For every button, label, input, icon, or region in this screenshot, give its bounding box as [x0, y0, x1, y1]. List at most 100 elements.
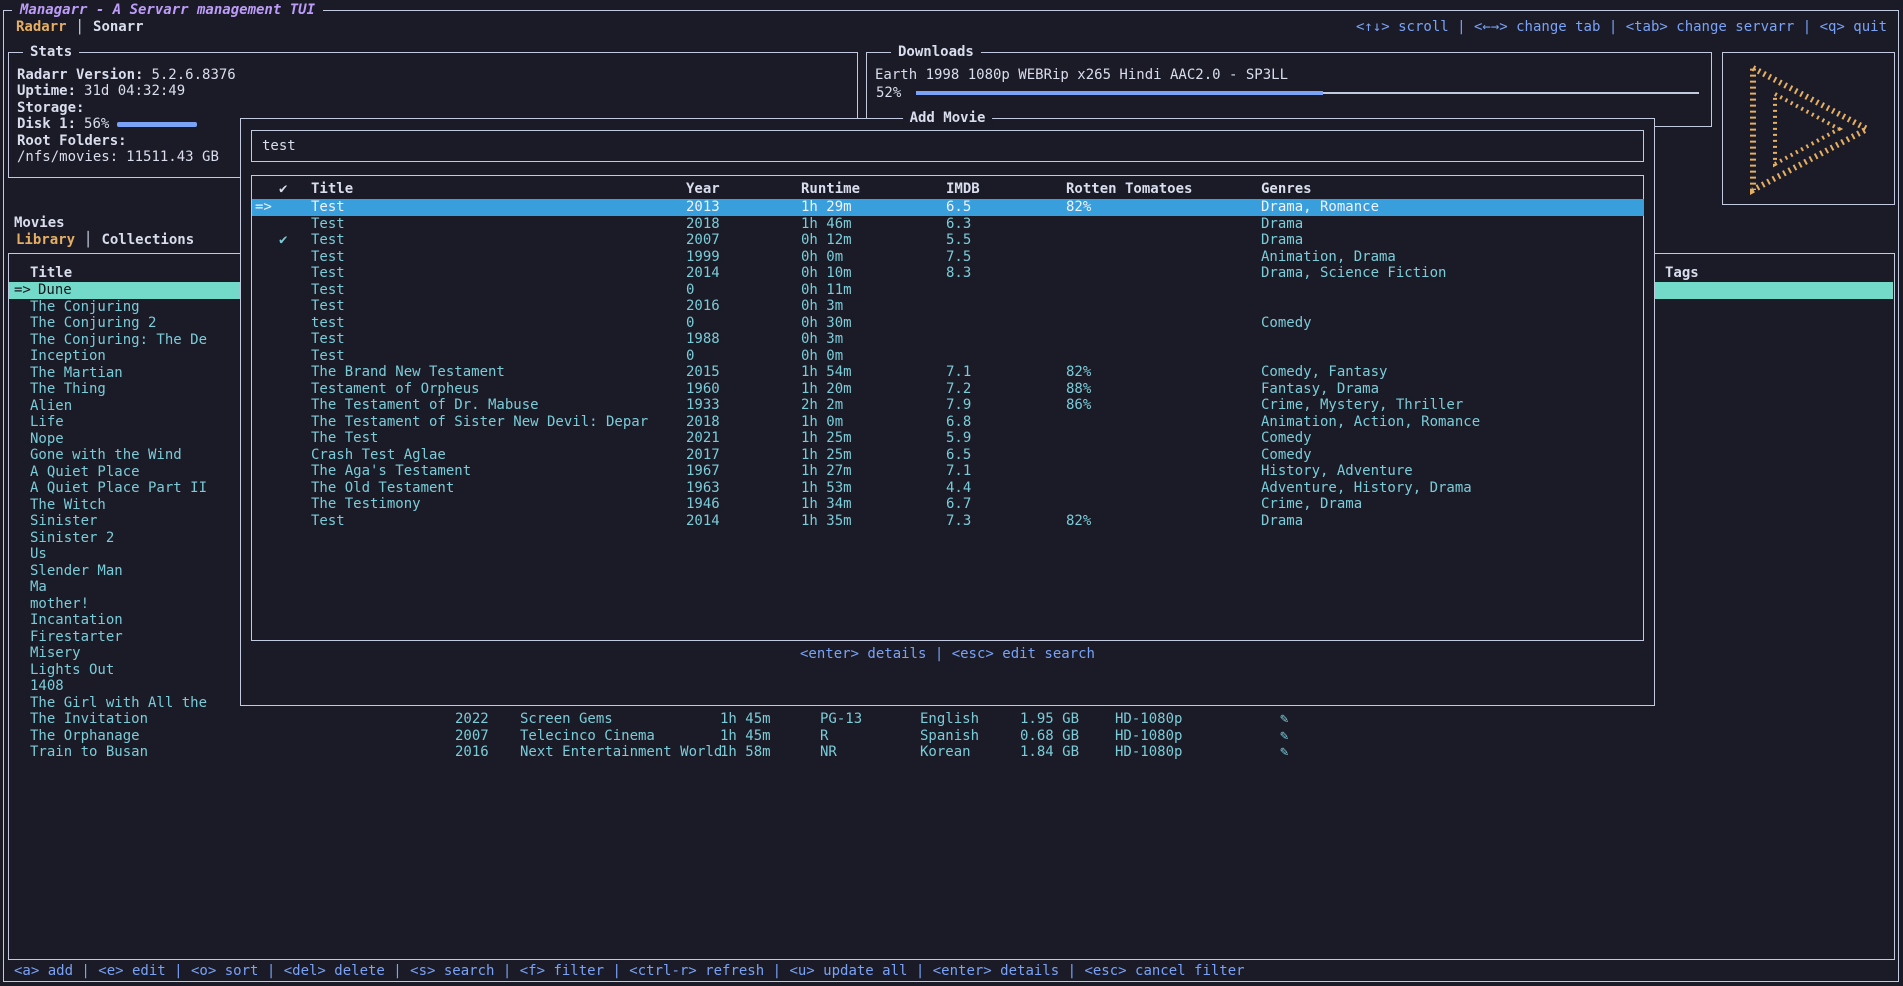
result-row[interactable]: The Brand New Testament 2015 1h 54m 7.1 …	[252, 364, 1644, 381]
movie-studio-cell: Telecinco Cinema	[520, 728, 655, 745]
result-row[interactable]: test 0 0h 30m Comedy	[252, 315, 1644, 332]
result-row[interactable]: => Test 2013 1h 29m 6.5 82% Drama, Roman…	[252, 199, 1644, 216]
result-year-cell: 1933	[686, 397, 720, 414]
runtime-column-header: Runtime	[801, 181, 860, 198]
result-row[interactable]: Test 0 0h 11m	[252, 282, 1644, 299]
result-year-cell: 2015	[686, 364, 720, 381]
result-genres-cell: Animation, Drama	[1261, 249, 1396, 266]
result-row[interactable]: Test 2014 0h 10m 8.3 Drama, Science Fict…	[252, 265, 1644, 282]
checked-icon: ✔	[279, 232, 287, 249]
result-runtime-cell: 0h 3m	[801, 331, 843, 348]
result-row[interactable]: Test 2016 0h 3m	[252, 298, 1644, 315]
app-title: Managarr - A Servarr management TUI	[12, 2, 323, 19]
progress-fill	[916, 91, 1323, 95]
movie-title-cell: Us	[30, 546, 47, 563]
result-row[interactable]: The Old Testament 1963 1h 53m 4.4 Advent…	[252, 480, 1644, 497]
movie-row[interactable]: The Orphanage 2007 Telecinco Cinema 1h 4…	[9, 728, 1893, 745]
result-rotten-tomatoes-cell: 86%	[1066, 397, 1091, 414]
result-row[interactable]: ✔ Test 2007 0h 12m 5.5 Drama	[252, 232, 1644, 249]
result-year-cell: 1960	[686, 381, 720, 398]
result-title-cell: Test	[311, 331, 345, 348]
movie-runtime-cell: 1h 45m	[720, 711, 771, 728]
result-row[interactable]: Test 2014 1h 35m 7.3 82% Drama	[252, 513, 1644, 530]
logo-panel	[1722, 52, 1895, 205]
movie-title-cell: mother!	[30, 596, 89, 613]
movie-search-input[interactable]	[252, 131, 1643, 161]
movie-certification-cell: R	[820, 728, 828, 745]
rotten-tomatoes-column-header: Rotten Tomatoes	[1066, 181, 1192, 198]
result-imdb-cell: 6.3	[946, 216, 971, 233]
result-imdb-cell: 7.3	[946, 513, 971, 530]
tab-collections[interactable]: Collections	[101, 232, 194, 249]
result-row[interactable]: The Test 2021 1h 25m 5.9 Comedy	[252, 430, 1644, 447]
movie-language-cell: English	[920, 711, 979, 728]
result-title-cell: The Brand New Testament	[311, 364, 505, 381]
result-runtime-cell: 0h 12m	[801, 232, 852, 249]
result-row[interactable]: Test 1988 0h 3m	[252, 331, 1644, 348]
movie-studio-cell: Screen Gems	[520, 711, 613, 728]
result-row[interactable]: The Testimony 1946 1h 34m 6.7 Crime, Dr​…	[252, 496, 1644, 513]
result-title-cell: The Aga's Testament	[311, 463, 471, 480]
result-row[interactable]: The Testament of Dr. Mabuse 1933 2h 2m 7…	[252, 397, 1644, 414]
check-column-header: ✔	[279, 181, 287, 198]
tab-radarr[interactable]: Radarr	[16, 19, 67, 36]
modal-keybind-help: <enter> details | <esc> edit search	[241, 646, 1654, 662]
result-year-cell: 1946	[686, 496, 720, 513]
result-imdb-cell: 6.5	[946, 447, 971, 464]
result-title-cell: Test	[311, 232, 345, 249]
movie-title-cell: Dune	[38, 282, 72, 299]
uptime: Uptime:31d 04:32:49	[17, 83, 185, 100]
result-runtime-cell: 0h 0m	[801, 249, 843, 266]
result-imdb-cell: 6.7	[946, 496, 971, 513]
movie-title-cell: 1408	[30, 678, 64, 695]
imdb-column-header: IMDB	[946, 181, 980, 198]
result-runtime-cell: 1h 0m	[801, 414, 843, 431]
result-imdb-cell: 7.2	[946, 381, 971, 398]
result-runtime-cell: 1h 20m	[801, 381, 852, 398]
result-runtime-cell: 1h 46m	[801, 216, 852, 233]
result-year-cell: 2021	[686, 430, 720, 447]
movie-runtime-cell: 1h 45m	[720, 728, 771, 745]
result-row[interactable]: Crash Test Aglae 2017 1h 25m 6.5 Comedy	[252, 447, 1644, 464]
result-runtime-cell: 1h 54m	[801, 364, 852, 381]
movie-quality-cell: HD-1080p	[1115, 711, 1182, 728]
result-runtime-cell: 0h 10m	[801, 265, 852, 282]
tab-sonarr[interactable]: Sonarr	[93, 19, 144, 36]
result-row[interactable]: Testament of Orpheus 1960 1h 20m 7.2 88%…	[252, 381, 1644, 398]
result-runtime-cell: 0h 0m	[801, 348, 843, 365]
result-genres-cell: Crime, Dr​ama	[1261, 496, 1362, 513]
download-item[interactable]: Earth 1998 1080p WEBRip x265 Hindi AAC2.…	[875, 67, 1288, 84]
selection-marker: =>	[255, 199, 272, 216]
movie-language-cell: Korean	[920, 744, 971, 761]
result-title-cell: The Testimony	[311, 496, 421, 513]
tab-library[interactable]: Library	[16, 232, 75, 249]
result-year-cell: 2014	[686, 265, 720, 282]
result-row[interactable]: Test 1999 0h 0m 7.5 Animation, Drama	[252, 249, 1644, 266]
result-row[interactable]: The Testament of Sister New Devil: Depar…	[252, 414, 1644, 431]
result-title-cell: Test	[311, 348, 345, 365]
result-row[interactable]: Test 2018 1h 46m 6.3 Drama	[252, 216, 1644, 233]
movie-size-cell: 1.95 GB	[1020, 711, 1079, 728]
managarr-logo-icon	[1741, 62, 1877, 196]
uptime-label: Uptime:	[17, 83, 76, 99]
storage-label: Storage:	[17, 100, 84, 116]
result-year-cell: 2016	[686, 298, 720, 315]
movie-row[interactable]: The Invitation 2022 Screen Gems 1h 45m P…	[9, 711, 1893, 728]
result-title-cell: Test	[311, 513, 345, 530]
monitored-icon: ✎	[1280, 711, 1288, 728]
result-year-cell: 1999	[686, 249, 720, 266]
movie-title-cell: The Girl with All the	[30, 695, 207, 712]
result-rotten-tomatoes-cell: 88%	[1066, 381, 1091, 398]
movie-row[interactable]: Train to Busan 2016 Next Entertainment W…	[9, 744, 1893, 761]
result-row[interactable]: The Aga's Testament 1967 1h 27m 7.1 Hist…	[252, 463, 1644, 480]
results-list: => Test 2013 1h 29m 6.5 82% Drama, Roman…	[252, 199, 1644, 529]
title-column-header: Title	[30, 265, 72, 282]
movie-year-cell: 2007	[455, 728, 489, 745]
movie-year-cell: 2022	[455, 711, 489, 728]
search-results-box: ✔ Title Year Runtime IMDB Rotten Tomatoe…	[251, 175, 1644, 641]
result-row[interactable]: Test 0 0h 0m	[252, 348, 1644, 365]
result-title-cell: Test	[311, 249, 345, 266]
selection-marker: =>	[14, 282, 31, 299]
result-year-cell: 2017	[686, 447, 720, 464]
movie-title-cell: The Orphanage	[30, 728, 140, 745]
